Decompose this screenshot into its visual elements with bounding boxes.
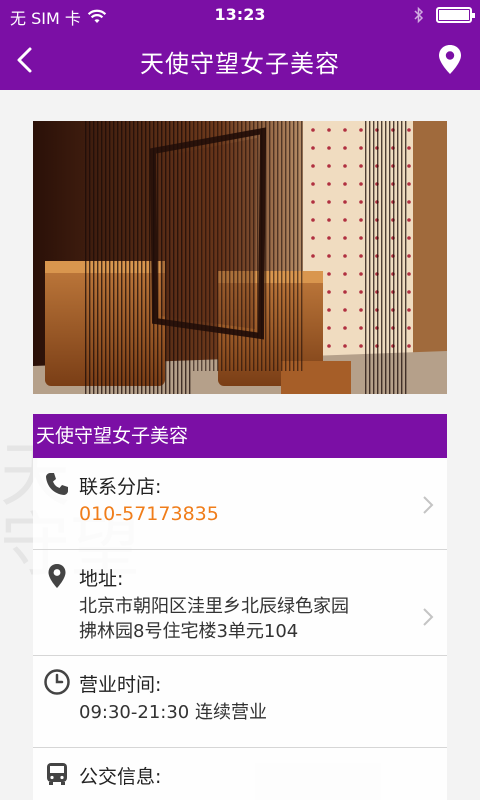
address-line-2: 拂林园8号住宅楼3单元104 [79, 621, 299, 642]
transit-label: 公交信息: [79, 766, 162, 788]
battery-icon [436, 7, 475, 23]
page-title: 天使守望女子美容 [140, 50, 340, 78]
address-line-1: 北京市朝阳区洼里乡北辰绿色家园 [79, 596, 349, 617]
address-value: 北京市朝阳区洼里乡北辰绿色家园 拂林园8号住宅楼3单元104 [79, 594, 447, 656]
bus-icon [47, 763, 67, 785]
shop-photo [33, 121, 447, 394]
shop-name-header: 天使守望女子美容 [33, 414, 447, 458]
transit-row[interactable]: 公交信息: [33, 748, 447, 800]
address-label: 地址: [79, 568, 124, 590]
contact-row[interactable]: 联系分店: 010-57173835 [33, 458, 447, 550]
hours-label: 营业时间: [79, 674, 162, 696]
nav-bar: 天使守望女子美容 [0, 30, 480, 90]
contact-label: 联系分店: [79, 476, 162, 498]
clock-icon [44, 669, 70, 695]
clock: 13:23 [214, 5, 266, 24]
hours-row: 营业时间: 09:30-21:30 连续营业 [33, 656, 447, 748]
phone-number[interactable]: 010-57173835 [79, 502, 447, 539]
map-pin-icon [48, 564, 66, 588]
status-icons [414, 6, 475, 24]
address-row[interactable]: 地址: 北京市朝阳区洼里乡北辰绿色家园 拂林园8号住宅楼3单元104 [33, 550, 447, 656]
phone-icon [46, 473, 68, 495]
bluetooth-icon [414, 6, 424, 24]
location-pin-icon[interactable] [434, 43, 466, 77]
shop-info-panel: 天使守望女子美容 联系分店: 010-57173835 地址: 北京市朝阳区洼里… [33, 414, 447, 800]
content-area[interactable]: 天守望 [0, 90, 480, 800]
salon-interior-image [33, 121, 447, 394]
chevron-right-icon [423, 496, 434, 514]
chevron-right-icon [423, 608, 434, 626]
hours-value: 09:30-21:30 连续营业 [79, 702, 267, 723]
status-bar: 无 SIM 卡 13:23 [0, 0, 480, 30]
